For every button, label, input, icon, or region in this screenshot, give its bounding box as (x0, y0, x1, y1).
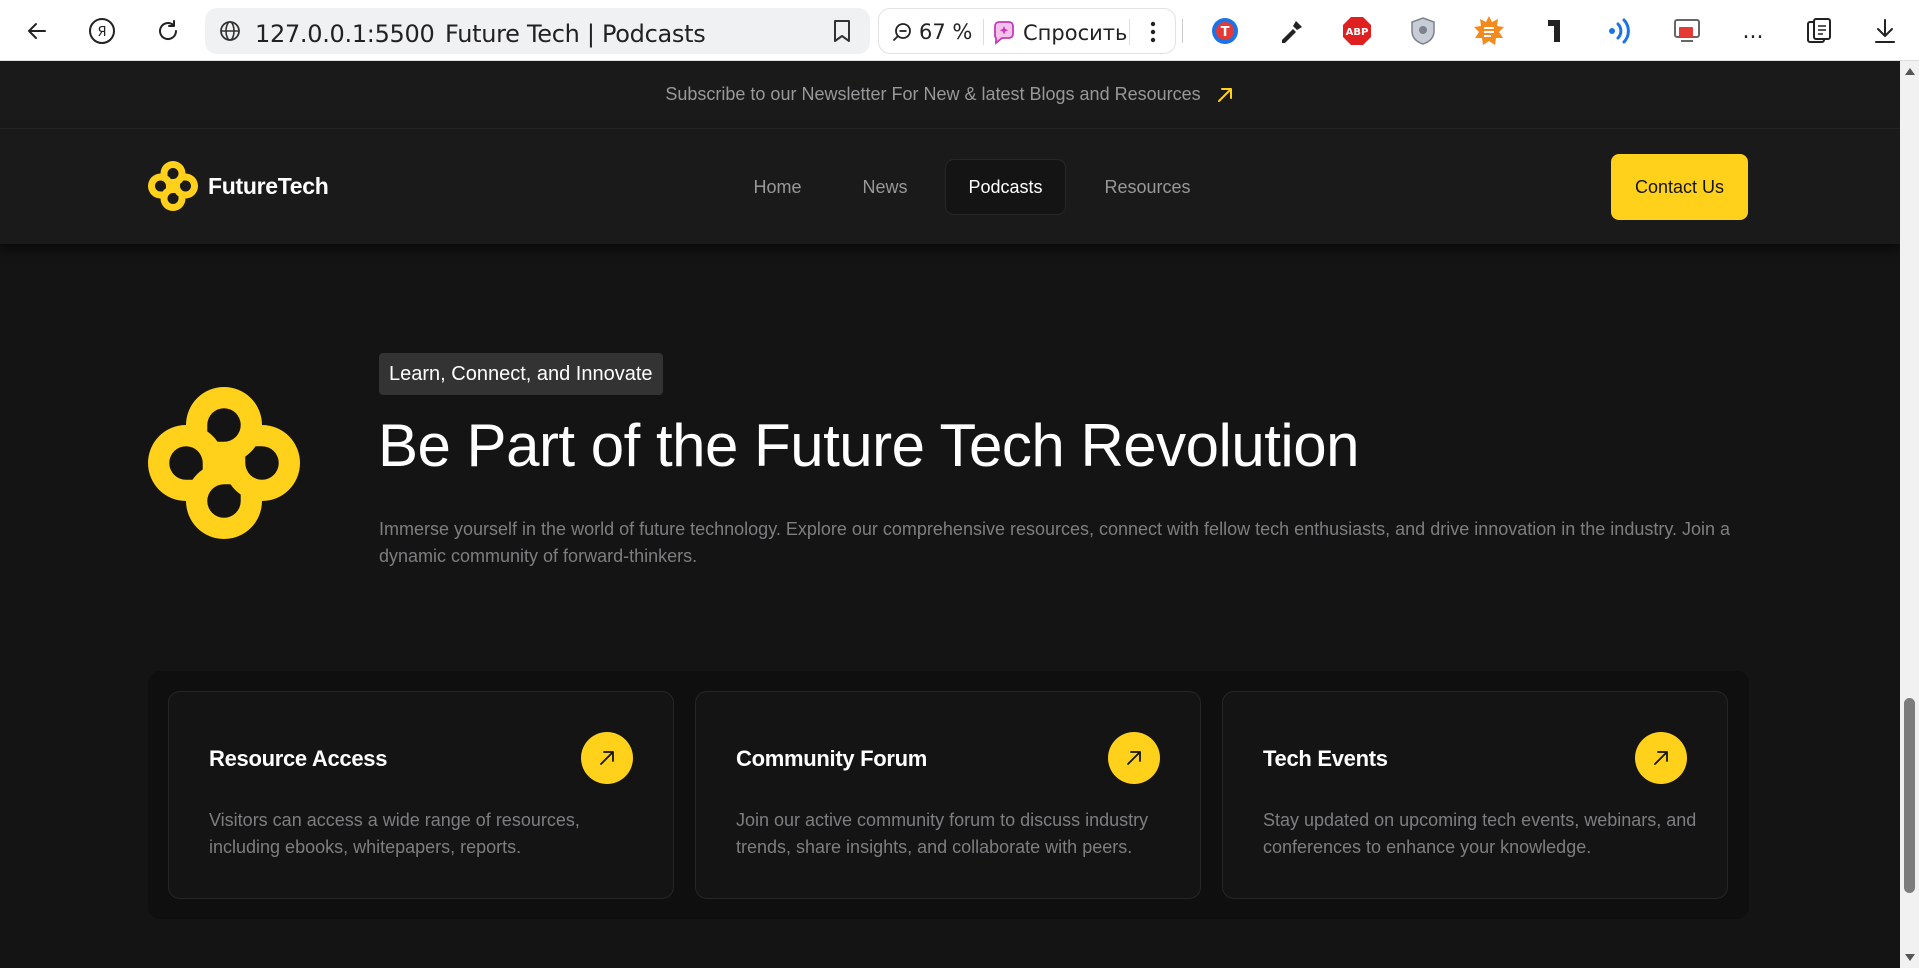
zoom-level: 67 % (919, 20, 973, 44)
contact-us-button[interactable]: Contact Us (1611, 154, 1748, 220)
feature-card-tech-events: Tech Events Stay updated on upcoming tec… (1222, 691, 1728, 899)
svg-text:ABP: ABP (1346, 27, 1369, 38)
page-scrollbar[interactable] (1900, 61, 1919, 968)
download-icon[interactable] (1867, 13, 1903, 49)
scrollbar-thumb[interactable] (1904, 698, 1915, 893)
color-picker-extension-icon[interactable] (1273, 13, 1309, 49)
feature-title: Resource Access (209, 746, 388, 771)
page-title-text: Future Tech | Podcasts (445, 20, 706, 48)
nav-link-news[interactable]: News (845, 159, 925, 215)
adblock-plus-extension-icon[interactable]: ABP (1339, 13, 1375, 49)
globe-icon (215, 16, 245, 46)
svg-text:Я: Я (97, 25, 106, 40)
arrow-up-right-icon (600, 751, 614, 765)
feature-title: Community Forum (736, 746, 928, 771)
web-page: Subscribe to our Newsletter For New & la… (0, 61, 1900, 968)
newsletter-banner[interactable]: Subscribe to our Newsletter For New & la… (0, 61, 1900, 129)
nav-link-resources[interactable]: Resources (1093, 159, 1202, 215)
arrow-up-right-icon (1654, 751, 1668, 765)
feature-arrow-button[interactable] (1108, 732, 1160, 784)
ask-label: Спросить (1023, 21, 1128, 45)
zoom-out-icon (893, 23, 911, 41)
arrow-left-icon (28, 23, 46, 39)
divider (1182, 19, 1183, 43)
back-button[interactable] (18, 12, 56, 50)
site-header: FutureTech Home News Podcasts Resources … (0, 129, 1900, 244)
svg-text:T: T (1221, 25, 1230, 40)
feature-title: Tech Events (1263, 746, 1388, 771)
features-section: Resource Access Visitors can access a wi… (148, 671, 1749, 919)
telegraph-extension-icon[interactable] (1537, 13, 1573, 49)
bookmark-icon[interactable] (828, 17, 856, 45)
sun-extension-icon[interactable] (1471, 13, 1507, 49)
divider (1129, 19, 1130, 45)
more-menu-icon[interactable] (1137, 15, 1169, 49)
divider (983, 19, 984, 45)
more-label: ... (1742, 18, 1764, 44)
hero-title: Be Part of the Future Tech Revolution (378, 412, 1359, 479)
futuretech-logo-icon (148, 161, 198, 211)
feature-card-community-forum: Community Forum Join our active communit… (695, 691, 1201, 899)
translate-extension-icon[interactable]: T (1207, 13, 1243, 49)
feature-description: Join our active community forum to discu… (736, 810, 1149, 857)
arrow-up-right-icon (1127, 751, 1141, 765)
screen-extension-icon[interactable] (1669, 13, 1705, 49)
browser-toolbar: Я 127.0.0.1:5500 Future Tech | Podcasts … (0, 0, 1919, 61)
feature-card-resource-access: Resource Access Visitors can access a wi… (168, 691, 674, 899)
reload-icon (159, 20, 178, 40)
ask-assistant-button[interactable]: Спросить (991, 20, 1127, 46)
yandex-icon: Я (89, 18, 115, 44)
reload-button[interactable] (149, 12, 187, 50)
zoom-button[interactable]: 67 % (891, 20, 972, 44)
feature-description: Stay updated on upcoming tech events, we… (1263, 810, 1697, 857)
hero-description: Immerse yourself in the world of future … (379, 519, 1731, 566)
assistant-chat-icon (994, 21, 1014, 45)
scroll-down-arrow-icon[interactable] (1905, 954, 1915, 961)
nav-link-home[interactable]: Home (734, 159, 821, 215)
scroll-up-arrow-icon[interactable] (1905, 68, 1915, 75)
zoom-and-assistant-group: 67 % Спросить (878, 8, 1176, 54)
hero-logo-icon (148, 387, 300, 539)
address-bar[interactable]: 127.0.0.1:5500 Future Tech | Podcasts (205, 8, 870, 54)
yandex-button[interactable]: Я (83, 12, 121, 50)
url-text[interactable]: 127.0.0.1:5500 (255, 20, 435, 48)
more-extensions-button[interactable]: ... (1735, 13, 1771, 49)
shield-extension-icon[interactable] (1405, 13, 1441, 49)
brand-logo-link[interactable]: FutureTech (148, 161, 329, 211)
collections-icon[interactable] (1801, 13, 1837, 49)
brand-name: FutureTech (208, 172, 329, 199)
feature-arrow-button[interactable] (1635, 732, 1687, 784)
newsletter-text[interactable]: Subscribe to our Newsletter For New & la… (665, 84, 1200, 105)
feature-description: Visitors can access a wide range of reso… (209, 810, 580, 857)
nav-link-podcasts[interactable]: Podcasts (945, 159, 1066, 215)
feature-arrow-button[interactable] (581, 732, 633, 784)
hero-tagline: Learn, Connect, and Innovate (379, 353, 663, 395)
wireless-extension-icon[interactable] (1603, 13, 1639, 49)
arrow-up-right-icon (1217, 87, 1232, 102)
